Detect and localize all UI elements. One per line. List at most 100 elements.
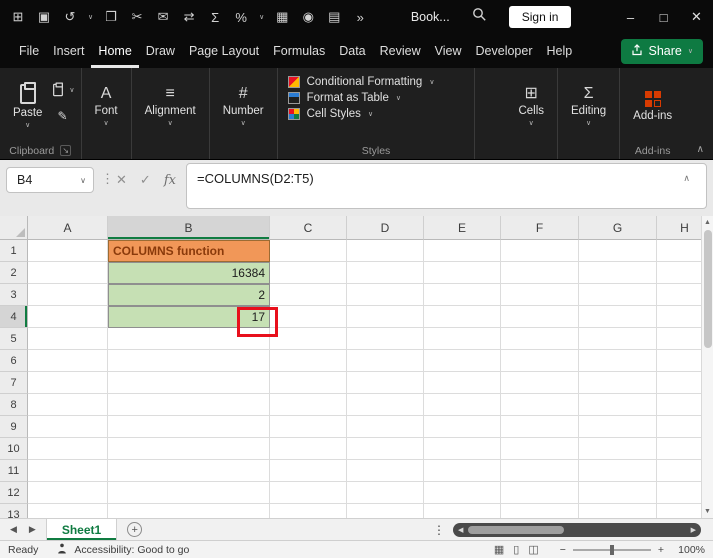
close-button[interactable]: ✕: [680, 0, 713, 34]
zoom-slider[interactable]: [572, 544, 651, 555]
cell-C6[interactable]: [270, 350, 347, 372]
row-header-9[interactable]: 9: [0, 416, 28, 438]
workbook-title[interactable]: Book...: [411, 10, 450, 24]
cell-C4[interactable]: [270, 306, 347, 328]
cell-E2[interactable]: [424, 262, 501, 284]
paste-special-button[interactable]: ∨: [50, 80, 75, 100]
row-header-8[interactable]: 8: [0, 394, 28, 416]
tab-view[interactable]: View: [428, 34, 469, 68]
cell-F9[interactable]: [501, 416, 579, 438]
sheet-tab-sheet1[interactable]: Sheet1: [45, 519, 118, 540]
cell-E5[interactable]: [424, 328, 501, 350]
collapse-ribbon-icon[interactable]: ∧: [697, 144, 704, 155]
column-header-F[interactable]: F: [501, 216, 579, 240]
vertical-scroll-thumb[interactable]: [703, 230, 712, 348]
tab-data[interactable]: Data: [332, 34, 372, 68]
cancel-icon[interactable]: ✕: [116, 172, 127, 188]
row-header-6[interactable]: 6: [0, 350, 28, 372]
tab-file[interactable]: File: [12, 34, 46, 68]
number-menu-button[interactable]: # Number ∨: [216, 71, 271, 142]
tab-page-layout[interactable]: Page Layout: [182, 34, 266, 68]
row-header-1[interactable]: 1: [0, 240, 28, 262]
cell-F11[interactable]: [501, 460, 579, 482]
page-layout-view-icon[interactable]: ▯: [513, 543, 519, 556]
cell-D10[interactable]: [347, 438, 424, 460]
cell-D8[interactable]: [347, 394, 424, 416]
page-break-view-icon[interactable]: ◫: [528, 543, 538, 556]
zoom-out-icon[interactable]: −: [560, 544, 566, 556]
cell-F13[interactable]: [501, 504, 579, 518]
cut-icon[interactable]: ✂: [129, 9, 145, 25]
cell-E3[interactable]: [424, 284, 501, 306]
cell-B9[interactable]: [108, 416, 270, 438]
cell-G6[interactable]: [579, 350, 657, 372]
hscroll-left-icon[interactable]: ◀: [458, 526, 463, 534]
conditional-formatting-button[interactable]: Conditional Formatting ∨: [287, 76, 434, 88]
cell-E6[interactable]: [424, 350, 501, 372]
qat-caret-icon[interactable]: ∨: [259, 14, 264, 21]
column-header-B[interactable]: B: [108, 216, 270, 240]
cell-G10[interactable]: [579, 438, 657, 460]
cell-C1[interactable]: [270, 240, 347, 262]
tab-draw[interactable]: Draw: [139, 34, 182, 68]
font-menu-button[interactable]: A Font ∨: [88, 71, 125, 142]
cell-A6[interactable]: [28, 350, 108, 372]
normal-view-icon[interactable]: ▦: [494, 543, 504, 556]
switch-icon[interactable]: ⇄: [181, 9, 197, 25]
format-painter-icon[interactable]: ✎: [57, 109, 67, 123]
tab-developer[interactable]: Developer: [469, 34, 540, 68]
cell-B2[interactable]: 16384: [108, 262, 270, 284]
tab-formulas[interactable]: Formulas: [266, 34, 332, 68]
zoom-slider-thumb[interactable]: [609, 544, 614, 555]
borders-icon[interactable]: ▦: [274, 9, 290, 25]
cell-F5[interactable]: [501, 328, 579, 350]
cell-A12[interactable]: [28, 482, 108, 504]
formula-bar-expand-icon[interactable]: ∧: [683, 173, 690, 184]
cell-C11[interactable]: [270, 460, 347, 482]
undo-caret-icon[interactable]: ∨: [88, 14, 93, 21]
camera-icon[interactable]: ◉: [300, 9, 316, 25]
column-header-A[interactable]: A: [28, 216, 108, 240]
clipboard-dialog-launcher[interactable]: ↘: [60, 145, 72, 156]
vertical-scrollbar[interactable]: ▲ ▼: [701, 216, 713, 518]
column-header-C[interactable]: C: [270, 216, 347, 240]
row-header-2[interactable]: 2: [0, 262, 28, 284]
row-header-10[interactable]: 10: [0, 438, 28, 460]
tab-insert[interactable]: Insert: [46, 34, 91, 68]
cell-D4[interactable]: [347, 306, 424, 328]
cell-B7[interactable]: [108, 372, 270, 394]
cell-G4[interactable]: [579, 306, 657, 328]
share-button[interactable]: Share ∨: [620, 38, 703, 64]
cell-C13[interactable]: [270, 504, 347, 518]
format-as-table-button[interactable]: Format as Table ∨: [287, 92, 435, 104]
cell-G7[interactable]: [579, 372, 657, 394]
cell-A2[interactable]: [28, 262, 108, 284]
cell-E9[interactable]: [424, 416, 501, 438]
cell-A5[interactable]: [28, 328, 108, 350]
copy-icon[interactable]: ❐: [103, 9, 119, 25]
app-menu-icon[interactable]: ⊞: [10, 9, 26, 25]
select-all-corner[interactable]: [0, 216, 28, 240]
sign-in-button[interactable]: Sign in: [508, 6, 572, 28]
cell-F3[interactable]: [501, 284, 579, 306]
cell-C12[interactable]: [270, 482, 347, 504]
column-header-G[interactable]: G: [579, 216, 657, 240]
column-header-E[interactable]: E: [424, 216, 501, 240]
sheet-prev-icon[interactable]: ◀: [10, 524, 17, 535]
cell-A1[interactable]: [28, 240, 108, 262]
cell-E13[interactable]: [424, 504, 501, 518]
cell-D1[interactable]: [347, 240, 424, 262]
cell-E4[interactable]: [424, 306, 501, 328]
cell-B12[interactable]: [108, 482, 270, 504]
scroll-down-icon[interactable]: ▼: [704, 508, 711, 515]
save-icon[interactable]: ▣: [36, 9, 52, 25]
cell-C2[interactable]: [270, 262, 347, 284]
scrollbar-splitter-icon[interactable]: ⋮: [433, 523, 445, 537]
qat-overflow-icon[interactable]: »: [352, 9, 368, 25]
cell-styles-button[interactable]: Cell Styles ∨: [287, 108, 435, 120]
editing-menu-button[interactable]: Σ Editing ∨: [564, 71, 613, 142]
undo-icon[interactable]: ↺: [62, 9, 78, 25]
tab-review[interactable]: Review: [373, 34, 428, 68]
cell-A9[interactable]: [28, 416, 108, 438]
cell-D12[interactable]: [347, 482, 424, 504]
